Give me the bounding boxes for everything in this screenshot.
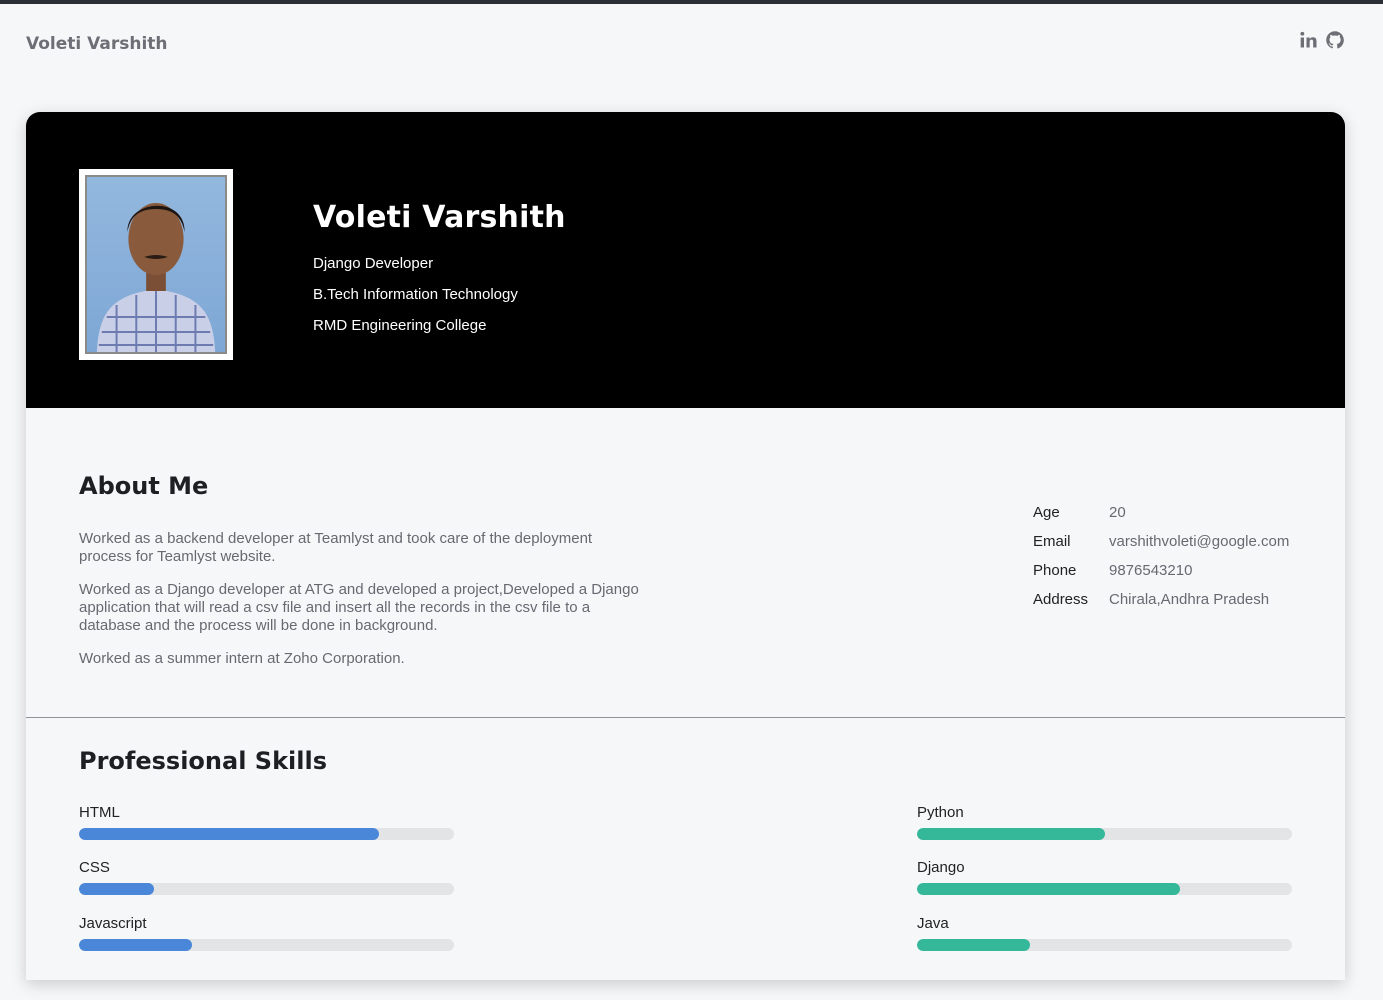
skill-bar-track [917, 883, 1292, 895]
skill-label: Java [917, 915, 949, 932]
skills-title: Professional Skills [79, 747, 327, 775]
info-label: Age [1033, 504, 1060, 521]
skill-python: Python [917, 804, 1292, 840]
portrait-image [85, 175, 227, 354]
skill-bar-track [917, 939, 1292, 951]
skill-bar-fill [917, 883, 1180, 895]
about-paragraph: Worked as a backend developer at Teamlys… [79, 530, 593, 565]
brand-name[interactable]: Voleti Varshith [26, 34, 168, 54]
profile-photo [79, 169, 233, 360]
skill-label: HTML [79, 804, 120, 821]
hero-name: Voleti Varshith [313, 200, 566, 235]
skill-django: Django [917, 859, 1292, 895]
hero-banner: Voleti Varshith Django Developer B.Tech … [26, 112, 1345, 408]
skill-bar-track [79, 939, 454, 951]
skill-html: HTML [79, 804, 454, 840]
hero-role: Django Developer [313, 255, 434, 272]
hero-degree: B.Tech Information Technology [313, 286, 518, 303]
info-row-address: Address Chirala,Andhra Pradesh [1033, 591, 1289, 620]
skill-java: Java [917, 915, 1292, 951]
skills-section: Professional Skills HTML CSS Javascript … [26, 718, 1345, 980]
skill-bar-fill [79, 883, 154, 895]
linkedin-link[interactable] [1299, 30, 1319, 50]
skill-bar-track [917, 828, 1292, 840]
skill-bar-track [79, 828, 454, 840]
skill-css: CSS [79, 859, 454, 895]
linkedin-icon [1300, 31, 1317, 48]
skill-bar-fill [79, 828, 379, 840]
info-label: Email [1033, 533, 1071, 550]
github-link[interactable] [1325, 30, 1345, 50]
about-paragraphs: Worked as a backend developer at Teamlys… [79, 530, 639, 683]
skill-bar-fill [917, 939, 1030, 951]
info-row-age: Age 20 [1033, 504, 1289, 533]
info-label: Address [1033, 591, 1089, 608]
skill-label: Python [917, 804, 964, 821]
info-value: 9876543210 [1109, 562, 1193, 579]
skill-label: Javascript [79, 915, 147, 932]
github-icon [1326, 31, 1344, 49]
resume-card: Voleti Varshith Django Developer B.Tech … [26, 112, 1345, 980]
skill-bar-fill [917, 828, 1105, 840]
skill-javascript: Javascript [79, 915, 454, 951]
info-row-email: Email varshithvoleti@google.com [1033, 533, 1289, 562]
info-label: Phone [1033, 562, 1077, 579]
info-value: varshithvoleti@google.com [1109, 533, 1290, 550]
hero-text: Voleti Varshith Django Developer B.Tech … [313, 200, 566, 334]
info-value: Chirala,Andhra Pradesh [1109, 591, 1270, 608]
about-paragraph: Worked as a Django developer at ATG and … [79, 581, 639, 634]
skill-bar-track [79, 883, 454, 895]
social-links [1299, 30, 1345, 50]
about-title: About Me [79, 472, 209, 500]
info-row-phone: Phone 9876543210 [1033, 562, 1289, 591]
skill-bar-fill [79, 939, 192, 951]
personal-info: Age 20 Email varshithvoleti@google.com P… [1033, 504, 1289, 620]
person-silhouette-icon [96, 203, 216, 352]
info-value: 20 [1109, 504, 1126, 521]
skill-label: CSS [79, 859, 110, 876]
hero-college: RMD Engineering College [313, 317, 487, 334]
navbar: Voleti Varshith [0, 4, 1383, 84]
skill-label: Django [917, 859, 965, 876]
about-section: About Me Worked as a backend developer a… [26, 408, 1345, 718]
about-paragraph: Worked as a summer intern at Zoho Corpor… [79, 650, 405, 667]
